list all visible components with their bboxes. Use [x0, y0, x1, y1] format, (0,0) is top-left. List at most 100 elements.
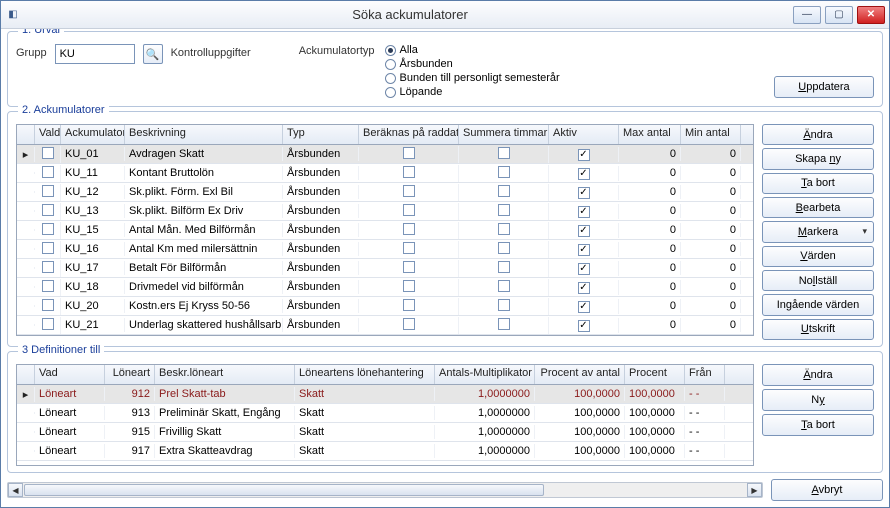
def-row[interactable]: ▸Löneart912Prel Skatt-tabSkatt1,00000001…: [17, 385, 753, 404]
ack-row[interactable]: KU_20Kostn.ers Ej Kryss 50-56Årsbunden00: [17, 297, 753, 316]
uppdatera-button[interactable]: Uppdatera: [774, 76, 874, 98]
sum-checkbox[interactable]: [498, 318, 510, 330]
vald-checkbox[interactable]: [42, 299, 54, 311]
sum-checkbox[interactable]: [498, 166, 510, 178]
nollstall-button[interactable]: Nollställ: [762, 270, 874, 291]
def-fran: - -: [685, 444, 725, 458]
vald-checkbox[interactable]: [42, 147, 54, 159]
ack-descr: Antal Mån. Med Bilförmån: [125, 223, 283, 237]
vald-checkbox[interactable]: [42, 223, 54, 235]
ack-row[interactable]: KU_13Sk.plikt. Bilförm Ex DrivÅrsbunden0…: [17, 202, 753, 221]
vald-checkbox[interactable]: [42, 204, 54, 216]
sum-checkbox[interactable]: [498, 261, 510, 273]
ber-checkbox[interactable]: [403, 223, 415, 235]
ack-row[interactable]: KU_12Sk.plikt. Förm. Exl BilÅrsbunden00: [17, 183, 753, 202]
ack-row[interactable]: KU_18Drivmedel vid bilförmånÅrsbunden00: [17, 278, 753, 297]
andra-button[interactable]: Ändra: [762, 124, 874, 145]
sum-checkbox[interactable]: [498, 185, 510, 197]
vald-checkbox[interactable]: [42, 280, 54, 292]
def-hant: Skatt: [295, 444, 435, 458]
ack-id: KU_12: [61, 185, 125, 199]
ack-grid-header: Vald Ackumulator Beskrivning Typ Beräkna…: [17, 125, 753, 145]
close-button[interactable]: ✕: [857, 6, 885, 24]
ack-row[interactable]: KU_21Underlag skattered hushållsarbÅrsbu…: [17, 316, 753, 335]
ber-checkbox[interactable]: [403, 204, 415, 216]
def-grid[interactable]: Vad Löneart Beskr.löneart Löneartens lön…: [16, 364, 754, 466]
ber-checkbox[interactable]: [403, 185, 415, 197]
ack-max: 0: [619, 242, 681, 256]
markera-dropdown[interactable]: Markera: [762, 221, 874, 242]
def-row[interactable]: Löneart915Frivillig SkattSkatt1,00000001…: [17, 423, 753, 442]
aktiv-checkbox[interactable]: [578, 301, 590, 313]
aktiv-checkbox[interactable]: [578, 225, 590, 237]
def-tabort-button[interactable]: Ta bort: [762, 414, 874, 436]
vald-checkbox[interactable]: [42, 261, 54, 273]
avbryt-button[interactable]: Avbryt: [771, 479, 883, 501]
ber-checkbox[interactable]: [403, 318, 415, 330]
sum-checkbox[interactable]: [498, 242, 510, 254]
ack-grid[interactable]: Vald Ackumulator Beskrivning Typ Beräkna…: [16, 124, 754, 336]
ber-checkbox[interactable]: [403, 261, 415, 273]
aktiv-checkbox[interactable]: [578, 206, 590, 218]
vald-checkbox[interactable]: [42, 318, 54, 330]
utskrift-button[interactable]: Utskrift: [762, 319, 874, 340]
aktiv-checkbox[interactable]: [578, 282, 590, 294]
ack-row[interactable]: KU_11Kontant BruttolönÅrsbunden00: [17, 164, 753, 183]
acktyp-radio-2[interactable]: Bunden till personligt semesterår: [385, 72, 560, 84]
def-ny-button[interactable]: Ny: [762, 389, 874, 411]
ack-typ: Årsbunden: [283, 261, 359, 275]
def-loneart: 912: [105, 387, 155, 401]
acktyp-radio-3[interactable]: Löpande: [385, 86, 560, 98]
ber-checkbox[interactable]: [403, 166, 415, 178]
aktiv-checkbox[interactable]: [578, 187, 590, 199]
ack-id: KU_15: [61, 223, 125, 237]
ingaende-button[interactable]: Ingående värden: [762, 294, 874, 315]
ack-min: 0: [681, 185, 741, 199]
ber-checkbox[interactable]: [403, 147, 415, 159]
scroll-thumb[interactable]: [24, 484, 544, 496]
sum-checkbox[interactable]: [498, 299, 510, 311]
ack-min: 0: [681, 261, 741, 275]
def-hant: Skatt: [295, 406, 435, 420]
ack-buttons: Ändra Skapa ny Ta bort Bearbeta Markera …: [762, 124, 874, 340]
def-andra-button[interactable]: Ändra: [762, 364, 874, 386]
vald-checkbox[interactable]: [42, 242, 54, 254]
def-proc: 100,0000: [625, 406, 685, 420]
hscrollbar[interactable]: ◀ ▶: [7, 482, 763, 498]
varden-button[interactable]: Värden: [762, 246, 874, 267]
bearbeta-button[interactable]: Bearbeta: [762, 197, 874, 218]
aktiv-checkbox[interactable]: [578, 263, 590, 275]
ber-checkbox[interactable]: [403, 299, 415, 311]
vald-checkbox[interactable]: [42, 166, 54, 178]
sum-checkbox[interactable]: [498, 223, 510, 235]
ack-min: 0: [681, 204, 741, 218]
def-grid-header: Vad Löneart Beskr.löneart Löneartens lön…: [17, 365, 753, 385]
acktyp-radio-1[interactable]: Årsbunden: [385, 58, 560, 70]
def-row[interactable]: Löneart913Preliminär Skatt, EngångSkatt1…: [17, 404, 753, 423]
maximize-button[interactable]: ▢: [825, 6, 853, 24]
sum-checkbox[interactable]: [498, 280, 510, 292]
ack-row[interactable]: KU_15Antal Mån. Med BilförmånÅrsbunden00: [17, 221, 753, 240]
ack-row[interactable]: ▸KU_01Avdragen SkattÅrsbunden00: [17, 145, 753, 164]
acktyp-radio-0[interactable]: Alla: [385, 44, 560, 56]
ber-checkbox[interactable]: [403, 242, 415, 254]
def-row[interactable]: Löneart917Extra SkatteavdragSkatt1,00000…: [17, 442, 753, 461]
aktiv-checkbox[interactable]: [578, 168, 590, 180]
aktiv-checkbox[interactable]: [578, 320, 590, 332]
sum-checkbox[interactable]: [498, 204, 510, 216]
aktiv-checkbox[interactable]: [578, 244, 590, 256]
ack-row[interactable]: KU_16Antal Km med milersättninÅrsbunden0…: [17, 240, 753, 259]
ack-row[interactable]: KU_17Betalt För BilförmånÅrsbunden00: [17, 259, 753, 278]
aktiv-checkbox[interactable]: [578, 149, 590, 161]
ber-checkbox[interactable]: [403, 280, 415, 292]
lookup-button[interactable]: 🔍: [143, 44, 163, 64]
scroll-right-icon[interactable]: ▶: [747, 483, 762, 497]
grupp-input[interactable]: [55, 44, 135, 64]
minimize-button[interactable]: —: [793, 6, 821, 24]
skapany-button[interactable]: Skapa ny: [762, 148, 874, 169]
urval-group: 1. Urval Grupp 🔍 Kontrolluppgifter Ackum…: [7, 31, 883, 107]
tabort-button[interactable]: Ta bort: [762, 173, 874, 194]
scroll-left-icon[interactable]: ◀: [8, 483, 23, 497]
sum-checkbox[interactable]: [498, 147, 510, 159]
vald-checkbox[interactable]: [42, 185, 54, 197]
